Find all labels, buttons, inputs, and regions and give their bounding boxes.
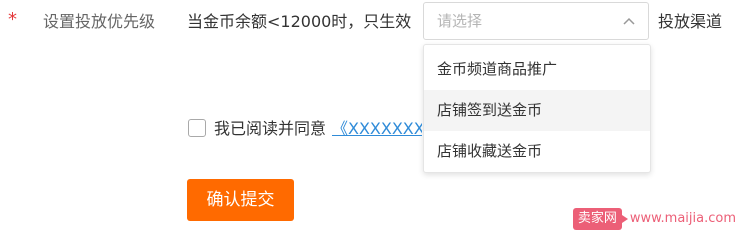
watermark-url: www.maijia.com xyxy=(629,211,736,226)
agree-text: 我已阅读并同意 xyxy=(214,119,327,138)
confirm-submit-button[interactable]: 确认提交 xyxy=(187,179,294,221)
required-star: * xyxy=(8,9,17,30)
dropdown-option-favorite[interactable]: 店铺收藏送金币 xyxy=(424,131,650,172)
channel-dropdown: 金币频道商品推广 店铺签到送金币 店铺收藏送金币 xyxy=(423,44,651,173)
chevron-up-icon xyxy=(622,13,636,27)
select-placeholder: 请选择 xyxy=(437,12,483,30)
watermark-brand: 卖家网 xyxy=(572,208,628,230)
watermark: 卖家网 www.maijia.com xyxy=(572,205,736,233)
agreement-link[interactable]: 《XXXXXXX xyxy=(332,120,422,138)
channel-label: 投放渠道 xyxy=(658,12,723,31)
agree-checkbox[interactable] xyxy=(188,119,206,137)
channel-select[interactable]: 请选择 xyxy=(423,2,649,40)
balance-condition-text: 当金币余额<12000时，只生效 xyxy=(187,12,412,31)
dropdown-option-checkin[interactable]: 店铺签到送金币 xyxy=(424,90,650,131)
priority-label: 设置投放优先级 xyxy=(43,12,156,31)
dropdown-option-coin-channel[interactable]: 金币频道商品推广 xyxy=(424,49,650,90)
form-page: * 设置投放优先级 当金币余额<12000时，只生效 请选择 投放渠道 金币频道… xyxy=(0,0,750,241)
